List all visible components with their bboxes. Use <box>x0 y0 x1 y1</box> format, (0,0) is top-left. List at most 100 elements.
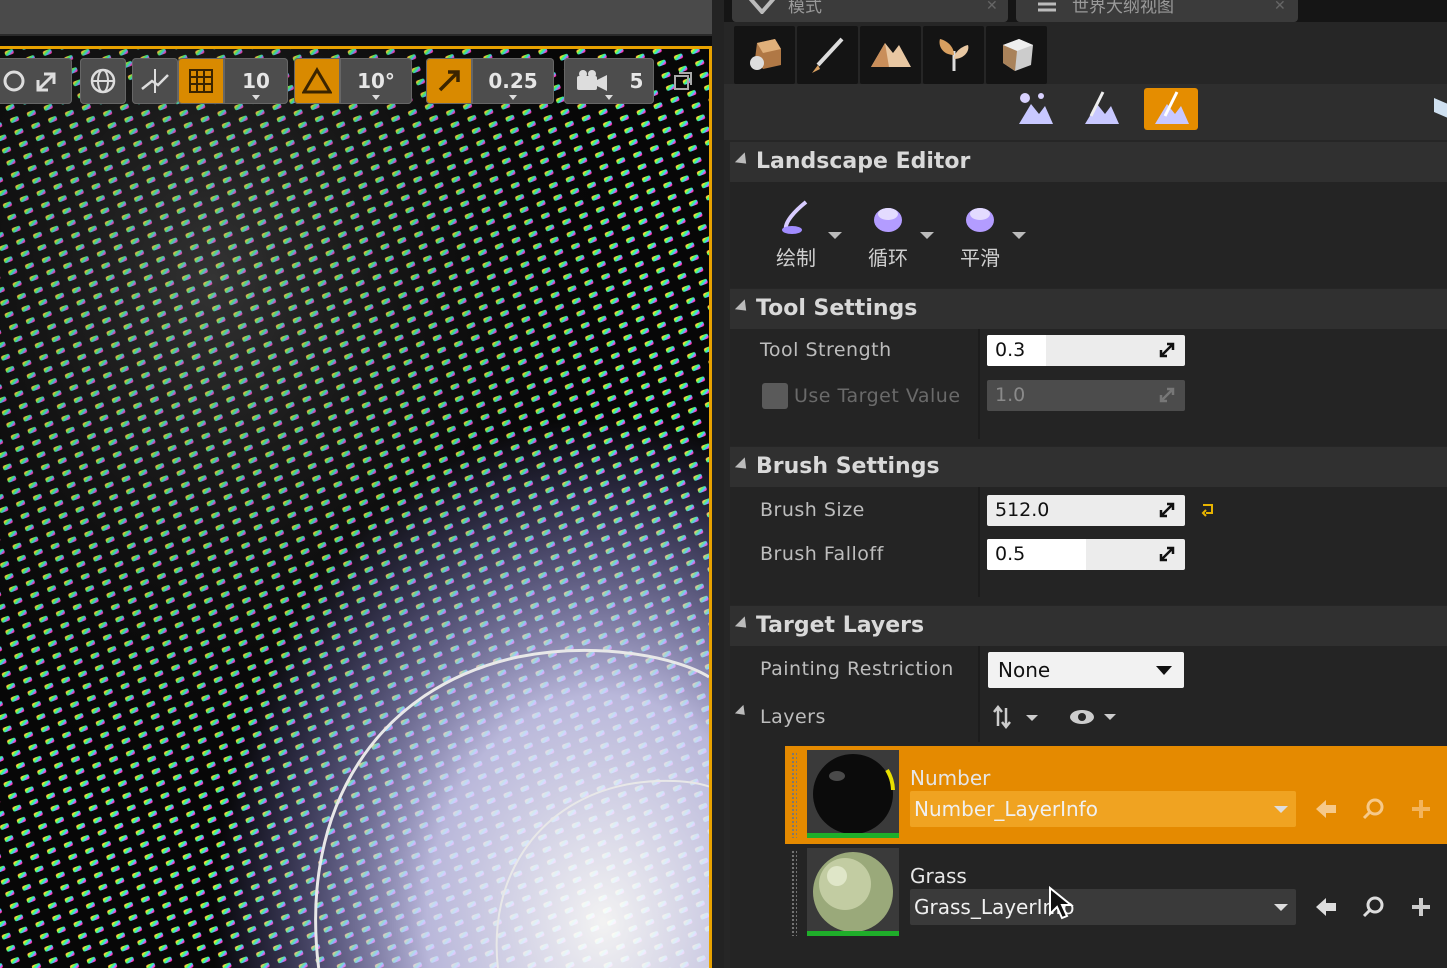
foliage-mode-icon <box>939 39 968 71</box>
rotation-snap-value[interactable]: 10° <box>340 58 412 104</box>
paint-tool-button[interactable]: 绘制 <box>768 198 848 278</box>
paint-mode-sub-button[interactable] <box>1144 88 1198 130</box>
layer-info-select[interactable]: Grass_LayerInfo <box>910 889 1296 925</box>
chevron-down-icon[interactable] <box>920 232 934 239</box>
column-divider <box>978 329 980 439</box>
chevron-down-icon[interactable] <box>828 232 842 239</box>
browse-asset-button[interactable] <box>1360 796 1386 822</box>
scale-snap-value[interactable]: 0.25 <box>472 58 554 104</box>
plus-icon <box>1412 800 1430 818</box>
use-target-input[interactable]: 1.0 <box>987 380 1185 411</box>
smooth-brush-icon <box>966 208 994 232</box>
manage-mode-button[interactable] <box>1008 88 1062 130</box>
smooth-tool-label: 平滑 <box>960 246 1000 270</box>
rotation-snap-toggle[interactable] <box>294 58 340 104</box>
use-selected-asset-button[interactable] <box>1313 894 1339 920</box>
paint-tool-label: 绘制 <box>776 246 816 270</box>
target-layers-body: Painting Restriction None Layers Number … <box>730 646 1447 968</box>
tab-modes-label: 模式 <box>788 0 822 17</box>
viewport-tab-strip <box>0 0 712 36</box>
surface-snap-icon <box>141 69 169 93</box>
brush-falloff-label: Brush Falloff <box>760 543 884 565</box>
landscape-scene[interactable] <box>0 49 709 968</box>
eye-icon <box>1070 710 1116 724</box>
layer-usage-bar <box>807 931 899 936</box>
viewport-toolbar: 10 10° 0.25 5 <box>0 58 712 104</box>
sculpt-mode-button[interactable] <box>1074 88 1128 130</box>
brush-falloff-value: 0.5 <box>995 543 1026 565</box>
tab-world-outliner[interactable]: 世界大纲视图 ✕ <box>1016 0 1298 22</box>
modes-tab-icon <box>746 0 778 16</box>
landscape-mode-icon <box>870 43 911 67</box>
noise-brush-icon <box>874 208 902 232</box>
panel-splitter[interactable] <box>712 0 724 968</box>
drag-handle-icon[interactable] <box>791 850 797 936</box>
tab-modes[interactable]: 模式 ✕ <box>732 0 1008 22</box>
layer-visibility-button[interactable] <box>1068 706 1120 728</box>
close-icon[interactable]: ✕ <box>986 0 998 13</box>
landscape-mode-button[interactable] <box>860 26 921 84</box>
foliage-mode-button[interactable] <box>923 26 984 84</box>
camera-speed-value: 5 <box>629 69 644 93</box>
maximize-icon <box>674 72 692 90</box>
brush-settings-header[interactable]: Brush Settings <box>730 447 1447 487</box>
layer-thumbnail <box>807 750 899 838</box>
layer-name: Number <box>910 766 991 790</box>
place-mode-button[interactable] <box>734 26 795 84</box>
browse-asset-button[interactable] <box>1360 894 1386 920</box>
layer-info-select[interactable]: Number_LayerInfo <box>910 791 1296 827</box>
brush-falloff-input[interactable]: 0.5 <box>987 539 1185 570</box>
scale-icon <box>3 70 56 92</box>
material-sphere-icon <box>807 750 899 838</box>
chevron-down-icon[interactable] <box>1012 232 1026 239</box>
tab-world-outliner-label: 世界大纲视图 <box>1072 0 1174 17</box>
layers-expand-arrow[interactable] <box>734 704 750 720</box>
transform-mode-group[interactable] <box>0 58 72 104</box>
scale-snap-toggle[interactable] <box>426 58 472 104</box>
place-mode-icon <box>749 39 781 70</box>
expand-arrows-icon <box>1159 546 1175 562</box>
tool-strength-value: 0.3 <box>995 339 1026 361</box>
noise-tool-button[interactable]: 循环 <box>860 198 940 278</box>
scale-snap-icon <box>438 70 460 92</box>
smooth-tool-button[interactable]: 平滑 <box>952 198 1032 278</box>
layer-row-number[interactable]: Number Number_LayerInfo <box>785 746 1447 844</box>
landscape-editor-header[interactable]: Landscape Editor <box>730 142 1447 182</box>
tool-strength-input[interactable]: 0.3 <box>987 335 1185 366</box>
drag-handle-icon[interactable] <box>791 752 797 838</box>
use-target-checkbox[interactable] <box>762 383 788 409</box>
geometry-mode-icon <box>1002 39 1033 71</box>
tool-settings-body: Tool Strength 0.3 Use Target Value 1.0 <box>730 329 1447 446</box>
expand-arrows-icon <box>1159 502 1175 518</box>
add-layer-info-button[interactable] <box>1408 894 1434 920</box>
grid-snap-toggle[interactable] <box>178 58 224 104</box>
use-selected-asset-button[interactable] <box>1313 796 1339 822</box>
add-layer-info-button[interactable] <box>1408 796 1434 822</box>
grid-snap-value[interactable]: 10 <box>224 58 288 104</box>
layer-sort-button[interactable] <box>992 704 1042 730</box>
geometry-mode-button[interactable] <box>986 26 1047 84</box>
tool-settings-header[interactable]: Tool Settings <box>730 289 1447 329</box>
maximize-viewport-button[interactable] <box>666 58 700 104</box>
layer-row-grass[interactable]: Grass Grass_LayerInfo <box>785 844 1447 942</box>
target-layers-header[interactable]: Target Layers <box>730 606 1447 646</box>
landscape-editor-body: 绘制 循环 平滑 <box>730 182 1447 288</box>
mouse-cursor-icon <box>1049 886 1074 920</box>
use-target-value: 1.0 <box>995 384 1026 406</box>
viewport-frame[interactable] <box>0 46 712 968</box>
brush-size-input[interactable]: 512.0 <box>987 495 1185 526</box>
paint-mode-button[interactable] <box>797 26 858 84</box>
level-viewport[interactable]: 10 10° 0.25 5 <box>0 0 712 968</box>
sculpt-icon <box>1085 91 1119 124</box>
painting-restriction-label: Painting Restriction <box>760 658 954 680</box>
painting-restriction-select[interactable]: None <box>988 652 1184 688</box>
globe-icon <box>90 68 116 94</box>
reset-to-default-icon[interactable] <box>1200 501 1216 517</box>
surface-snap-toggle[interactable] <box>132 58 178 104</box>
world-local-toggle[interactable] <box>80 58 126 104</box>
panel-overflow-icon[interactable] <box>1430 94 1447 120</box>
modes-panel: 模式 ✕ 世界大纲视图 ✕ Landscape Editor 绘制 循环 平滑 … <box>724 0 1447 968</box>
close-icon[interactable]: ✕ <box>1274 0 1286 13</box>
camera-icon <box>576 70 607 91</box>
camera-speed-button[interactable]: 5 <box>564 58 654 104</box>
